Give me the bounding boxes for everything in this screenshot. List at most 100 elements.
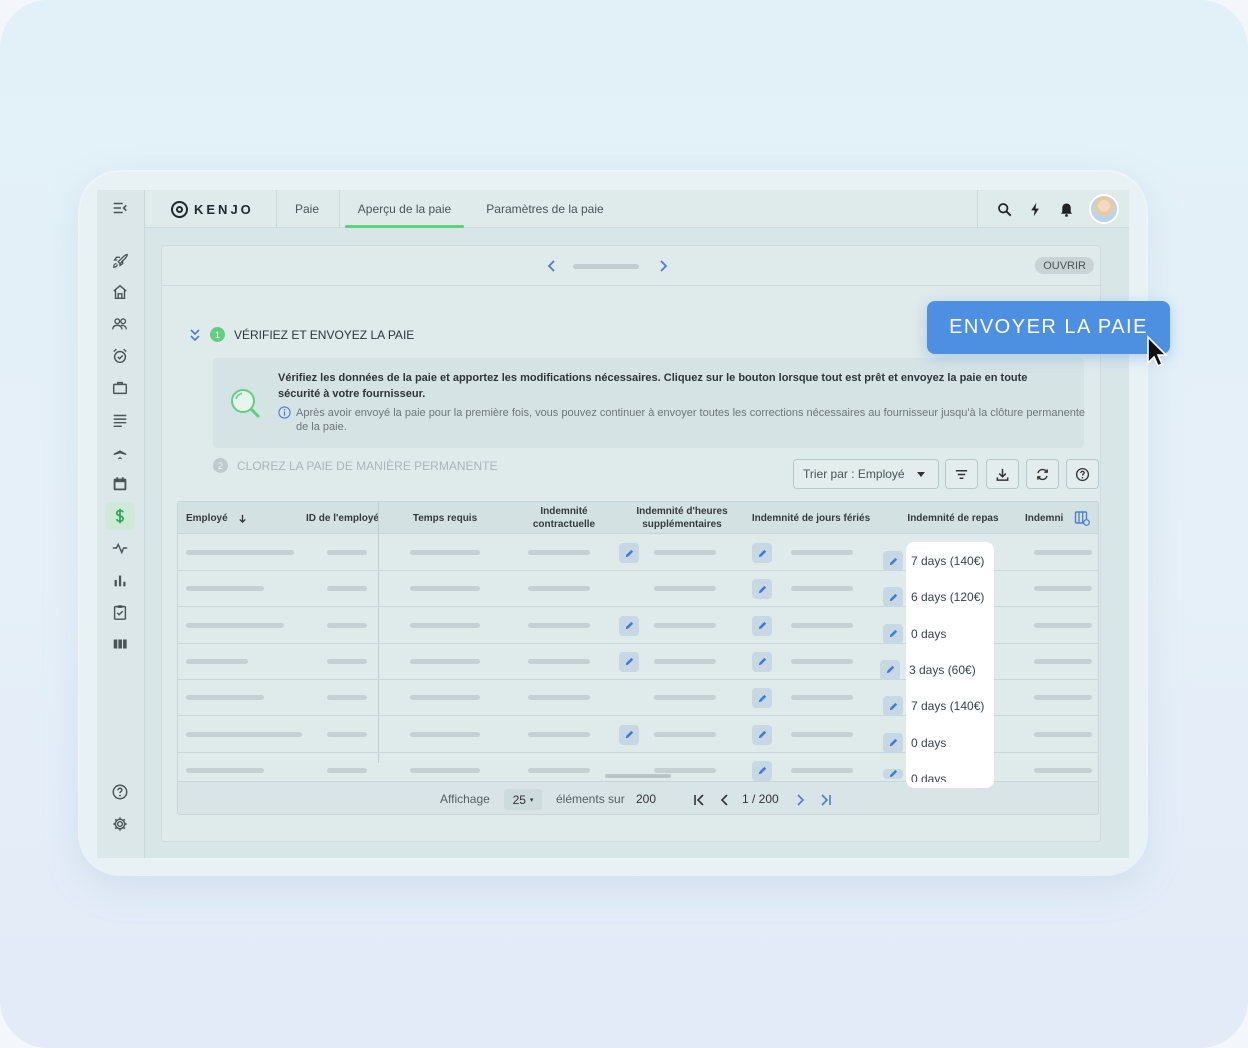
bell-icon[interactable] (1058, 201, 1075, 218)
previous-page-icon[interactable] (718, 793, 732, 807)
magnifier-illustration-icon (231, 389, 261, 419)
clipboard-check-icon[interactable] (105, 598, 135, 626)
sort-select[interactable]: Trier par : Employé (793, 459, 939, 489)
list-icon[interactable] (105, 406, 135, 434)
last-page-icon[interactable] (819, 793, 833, 807)
sort-label: Trier par : Employé (803, 467, 905, 481)
column-settings-icon[interactable] (1074, 510, 1090, 526)
col-overtime-allowance[interactable]: Indemnité d'heures supplémentaires (623, 502, 741, 534)
redacted-value (327, 767, 367, 773)
step-number: 1 (210, 327, 225, 342)
edit-pencil-icon[interactable] (619, 651, 639, 672)
tab-paie[interactable]: Paie (286, 190, 328, 228)
edit-pencil-icon[interactable] (752, 651, 772, 672)
col-contract-allowance[interactable]: Indemnité contractuelle (516, 502, 612, 534)
redacted-value (410, 731, 480, 737)
edit-pencil-icon[interactable] (883, 551, 903, 571)
redacted-value (528, 731, 590, 737)
arrow-down-icon[interactable] (237, 513, 248, 524)
page-size-select[interactable]: 25 ▾ (504, 789, 542, 810)
status-badge: OUVRIR (1035, 257, 1094, 274)
redacted-value (791, 622, 853, 628)
redacted-value (654, 695, 716, 701)
step-2[interactable]: 2 CLOREZ LA PAIE DE MANIÈRE PERMANENTE (213, 458, 498, 473)
meal-allowance-value: 0 days (911, 626, 947, 641)
tab-parametres-paie[interactable]: Paramètres de la paie (480, 190, 610, 228)
next-page-icon[interactable] (793, 793, 807, 807)
bar-chart-icon[interactable] (105, 566, 135, 594)
meal-allowance-value: 3 days (60€) (909, 662, 976, 677)
collapse-menu-icon[interactable] (105, 194, 135, 222)
redacted-value (410, 550, 480, 555)
redacted-value (327, 550, 367, 555)
lightning-icon[interactable] (1027, 201, 1044, 218)
edit-pencil-icon[interactable] (883, 587, 903, 608)
search-icon[interactable] (996, 201, 1013, 218)
people-icon[interactable] (105, 310, 135, 338)
horizontal-scrollbar[interactable] (605, 774, 671, 778)
edit-pencil-icon[interactable] (619, 615, 639, 636)
send-payroll-button[interactable]: ENVOYER LA PAIE (927, 301, 1170, 354)
redacted-value (791, 550, 853, 555)
redacted-value (1034, 731, 1092, 737)
col-employee-id[interactable]: ID de l'employé (306, 502, 380, 534)
kenjo-logo: KENJO (171, 199, 254, 219)
info-box: Vérifiez les données de la paie et appor… (213, 358, 1085, 448)
help-icon[interactable] (105, 778, 135, 806)
rocket-icon[interactable] (105, 246, 135, 274)
download-button[interactable] (986, 459, 1019, 489)
redacted-value (1034, 658, 1092, 664)
redacted-value (327, 586, 367, 592)
collapse-chevron-icon[interactable] (189, 328, 201, 342)
columns-icon[interactable] (105, 630, 135, 658)
step-1[interactable]: 1 VÉRIFIEZ ET ENVOYEZ LA PAIE (189, 327, 414, 342)
edit-pencil-icon[interactable] (883, 623, 903, 644)
edit-pencil-icon[interactable] (883, 732, 903, 753)
avatar[interactable] (1089, 194, 1119, 224)
redacted-value (528, 586, 590, 592)
edit-pencil-icon[interactable] (619, 724, 639, 745)
edit-pencil-icon[interactable] (752, 760, 772, 781)
home-icon[interactable] (105, 278, 135, 306)
col-required-time[interactable]: Temps requis (400, 502, 490, 534)
airplane-icon[interactable] (105, 438, 135, 466)
redacted-value (791, 731, 853, 737)
col-meal-allowance[interactable]: Indemnité de repas (901, 502, 1005, 534)
first-page-icon[interactable] (692, 793, 706, 807)
step-label: CLOREZ LA PAIE DE MANIÈRE PERMANENTE (237, 458, 498, 473)
redacted-value (528, 550, 590, 555)
help-button[interactable] (1066, 459, 1099, 489)
redacted-value (186, 658, 248, 664)
col-holiday-allowance[interactable]: Indemnité de jours fériés (748, 502, 874, 534)
edit-pencil-icon[interactable] (752, 615, 772, 636)
edit-pencil-icon[interactable] (619, 543, 639, 563)
table-header: Employé ID de l'employé Temps requis Ind… (178, 502, 1098, 534)
edit-pencil-icon[interactable] (752, 724, 772, 745)
briefcase-icon[interactable] (105, 374, 135, 402)
settings-gear-icon[interactable] (105, 810, 135, 838)
chevron-left-icon[interactable] (545, 259, 559, 273)
chevron-right-icon[interactable] (656, 259, 670, 273)
alarm-clock-icon[interactable] (105, 342, 135, 370)
activity-icon[interactable] (105, 534, 135, 562)
edit-pencil-icon[interactable] (752, 688, 772, 709)
redacted-value (791, 586, 853, 592)
redacted-value (791, 658, 853, 664)
edit-pencil-icon[interactable] (883, 696, 903, 717)
col-employee[interactable]: Employé (186, 502, 276, 534)
meal-allowance-value: 7 days (140€) (911, 699, 985, 714)
filter-button[interactable] (945, 459, 978, 489)
top-actions (996, 190, 1119, 228)
redacted-value (1034, 586, 1092, 592)
refresh-button[interactable] (1026, 459, 1059, 489)
edit-pencil-icon[interactable] (752, 579, 772, 600)
calendar-icon[interactable] (105, 470, 135, 498)
refresh-icon (1037, 468, 1048, 480)
edit-pencil-icon[interactable] (883, 768, 903, 779)
redacted-value (186, 586, 264, 592)
payroll-dollar-icon[interactable] (105, 502, 135, 530)
tab-apercu-paie[interactable]: Aperçu de la paie (345, 190, 464, 228)
col-next-allowance[interactable]: Indemni (1025, 502, 1067, 534)
edit-pencil-icon[interactable] (752, 543, 772, 563)
edit-pencil-icon[interactable] (880, 659, 900, 680)
